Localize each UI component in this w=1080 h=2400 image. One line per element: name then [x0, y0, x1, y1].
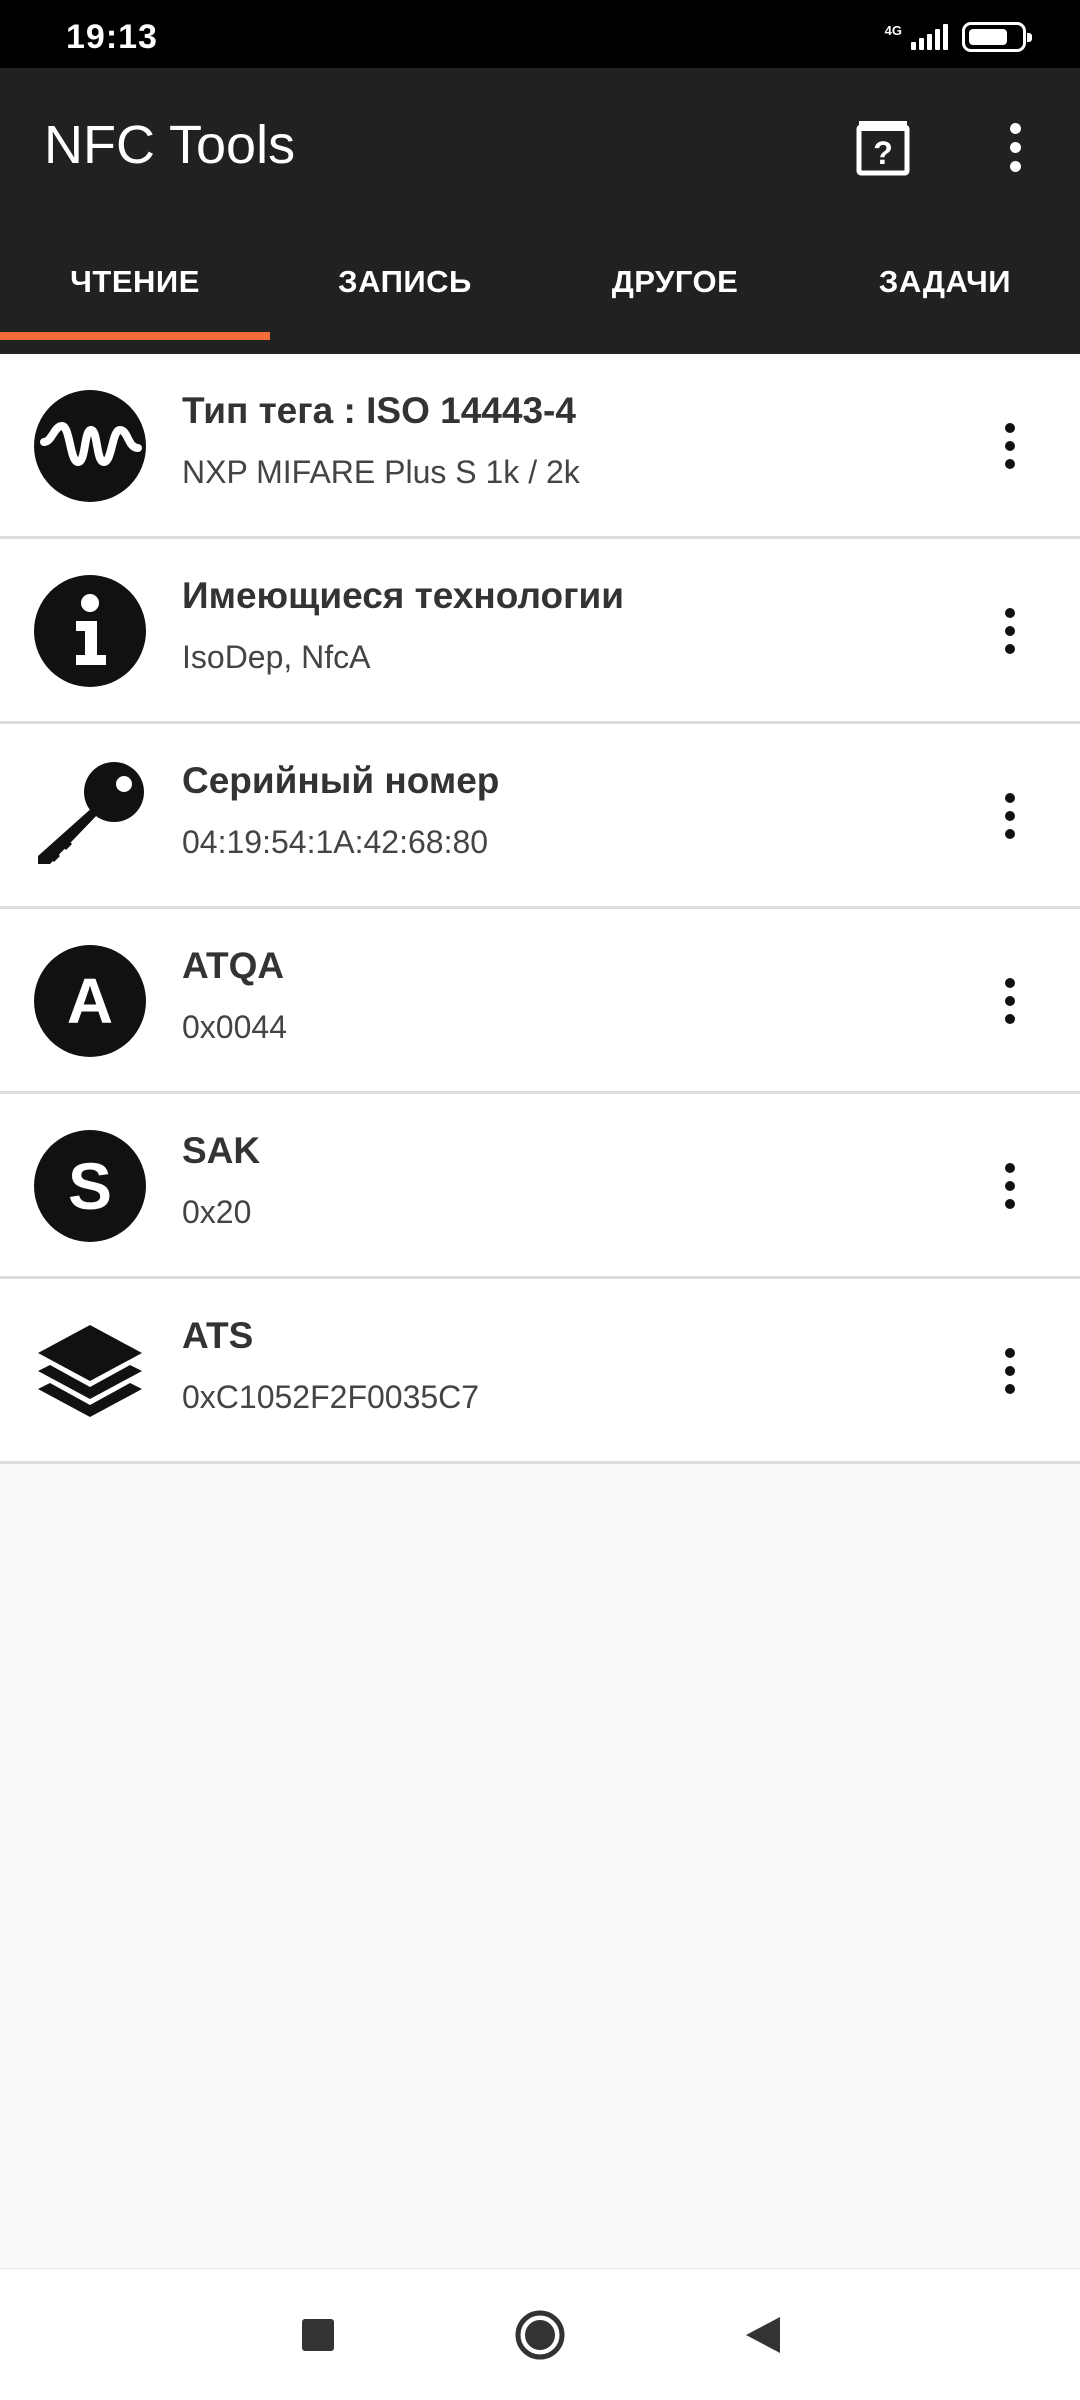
list-item-ats[interactable]: ATS 0xC1052F2F0035C7: [0, 1279, 1080, 1464]
recent-apps-button[interactable]: [288, 2305, 348, 2365]
more-vert-icon: [1009, 122, 1021, 134]
waveform-icon: [34, 390, 146, 502]
row-title: SAK: [182, 1130, 261, 1171]
status-time: 19:13: [66, 18, 158, 56]
row-value: IsoDep, NfcA: [182, 639, 371, 675]
help-box-icon: ?: [856, 121, 910, 176]
status-bar: 19:13 4G: [0, 0, 1080, 68]
letter-a-icon: A: [34, 945, 146, 1057]
tab-tasks[interactable]: ЗАДАЧИ: [810, 222, 1080, 342]
help-button[interactable]: ?: [856, 118, 910, 176]
list-item-sak[interactable]: S SAK 0x20: [0, 1094, 1080, 1279]
svg-text:S: S: [68, 1149, 112, 1223]
active-tab-indicator: [0, 332, 270, 340]
list-item-atqa[interactable]: A ATQA 0x0044: [0, 909, 1080, 1094]
battery-icon: [962, 22, 1032, 52]
list-item-technologies[interactable]: Имеющиеся технологии IsoDep, NfcA: [0, 539, 1080, 724]
recent-apps-icon: [302, 2319, 334, 2351]
row-title: Тип тега : ISO 14443-4: [182, 390, 576, 431]
tag-info-list: Тип тега : ISO 14443-4 NXP MIFARE Plus S…: [0, 354, 1080, 1464]
row-menu-button[interactable]: [990, 1146, 1030, 1226]
more-vert-icon: [1005, 608, 1015, 618]
row-menu-button[interactable]: [990, 776, 1030, 856]
overflow-menu-button[interactable]: [990, 114, 1040, 180]
svg-text:A: A: [67, 965, 113, 1037]
row-menu-button[interactable]: [990, 591, 1030, 671]
home-icon: [515, 2310, 565, 2360]
system-nav-bar: [0, 2268, 1080, 2400]
more-vert-icon: [1005, 423, 1015, 433]
row-menu-button[interactable]: [990, 1331, 1030, 1411]
row-title: Имеющиеся технологии: [182, 575, 624, 616]
more-vert-icon: [1005, 793, 1015, 803]
row-menu-button[interactable]: [990, 406, 1030, 486]
key-icon: [38, 762, 144, 864]
more-vert-icon: [1005, 1163, 1015, 1173]
row-title: ATS: [182, 1315, 254, 1356]
battery-level: [969, 29, 1007, 45]
more-vert-icon: [1005, 978, 1015, 988]
row-value: 0xC1052F2F0035C7: [182, 1379, 480, 1415]
row-value: 0x0044: [182, 1009, 287, 1045]
more-vert-icon: [1005, 1348, 1015, 1358]
row-title: Серийный номер: [182, 760, 500, 801]
network-type: 4G: [884, 22, 902, 38]
svg-text:?: ?: [873, 135, 893, 171]
info-icon: [34, 575, 146, 687]
tab-write[interactable]: ЗАПИСЬ: [270, 222, 540, 342]
tab-bar: ЧТЕНИЕ ЗАПИСЬ ДРУГОЕ ЗАДАЧИ: [0, 222, 1080, 342]
letter-s-icon: S: [34, 1130, 146, 1242]
row-title: ATQA: [182, 945, 285, 986]
tab-other[interactable]: ДРУГОЕ: [540, 222, 810, 342]
app-title: NFC Tools: [44, 115, 296, 175]
layers-icon: [38, 1325, 142, 1417]
tab-read[interactable]: ЧТЕНИЕ: [0, 222, 270, 342]
row-value: 0x20: [182, 1194, 252, 1230]
status-icons: 4G: [884, 20, 1032, 54]
back-button[interactable]: [734, 2305, 794, 2365]
signal-icon: [908, 24, 948, 50]
row-menu-button[interactable]: [990, 961, 1030, 1041]
list-item-tag-type[interactable]: Тип тега : ISO 14443-4 NXP MIFARE Plus S…: [0, 354, 1080, 539]
back-icon: [746, 2317, 780, 2353]
row-value: 04:19:54:1A:42:68:80: [182, 824, 489, 860]
row-value: NXP MIFARE Plus S 1k / 2k: [182, 454, 580, 490]
list-item-serial-number[interactable]: Серийный номер 04:19:54:1A:42:68:80: [0, 724, 1080, 909]
home-button[interactable]: [510, 2305, 570, 2365]
